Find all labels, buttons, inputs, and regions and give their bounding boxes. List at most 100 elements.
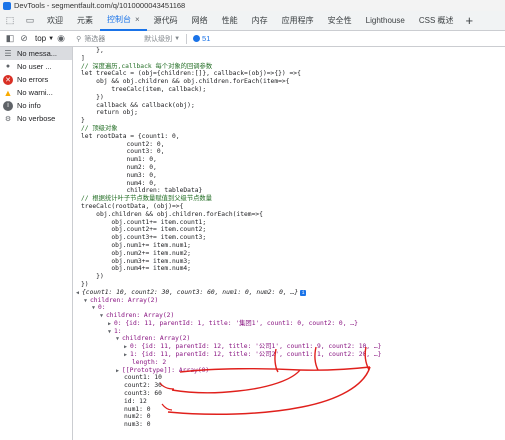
device-toolbar-icon[interactable]: ▭ [20, 11, 40, 31]
sidebar-item-errors[interactable]: ✕ No errors [0, 73, 72, 86]
tree-row[interactable]: ▶ 0: {id: 11, parentId: 12, title: '公司1',… [74, 343, 505, 351]
code-line: }) [81, 93, 104, 101]
tab-8[interactable]: 安全性 [321, 11, 359, 31]
code-line: // 深度遍历,callback 每个对象的回调参数 [81, 62, 213, 70]
tab-2[interactable]: 控制台 × [100, 11, 147, 31]
tree-row-text: 0: [98, 304, 106, 312]
collapse-arrow-icon[interactable]: ▼ [108, 329, 111, 335]
error-icon: ✕ [3, 74, 13, 85]
tree-row-text: {count1: 10, count2: 30, count3: 60, num… [82, 288, 299, 296]
tab-10[interactable]: CSS 概述 [412, 11, 461, 31]
console-toolbar: ◧ ⊘ top ▼ ◉ ⚲ 筛选器 默认级别 ▼ 51 [0, 31, 505, 47]
expand-arrow-icon[interactable]: ▶ [124, 352, 127, 358]
context-value: top [35, 34, 47, 43]
tab-label: 元素 [77, 16, 93, 25]
sidebar-item-messages[interactable]: ☰ No messa... [0, 47, 72, 60]
code-line: obj.num4+= item.num4; [81, 265, 191, 273]
tab-5[interactable]: 性能 [215, 11, 245, 31]
tree-row[interactable]: ▶ 1: {id: 11, parentId: 12, title: '公司2',… [74, 351, 505, 359]
collapse-arrow-icon[interactable]: ▼ [116, 336, 119, 342]
tab-4[interactable]: 网络 [185, 11, 215, 31]
code-line: num2: 0, [81, 163, 157, 171]
code-line: num4: 0, [81, 179, 157, 187]
code-line: obj.num2+= item.num2; [81, 249, 191, 257]
expand-arrow-icon[interactable]: ▶ [116, 368, 119, 374]
filter-icon: ⚲ [76, 35, 82, 43]
expand-arrow-icon[interactable]: ▶ [124, 344, 127, 350]
tree-row: length: 2 [74, 359, 505, 367]
tree-row[interactable]: ▶ [[Prototype]]: Array(0) [74, 367, 505, 375]
sidebar-item-label: No user ... [17, 62, 52, 71]
tree-row: id: 12 [74, 398, 505, 406]
tab-9[interactable]: Lighthouse [359, 11, 412, 31]
tree-row: num1: 0 [74, 406, 505, 414]
chevron-down-icon: ▼ [174, 35, 181, 42]
tree-row[interactable]: ▼ children: Array(2) [74, 312, 505, 320]
code-line: }) [81, 273, 104, 281]
sidebar-item-label: No messa... [17, 49, 58, 58]
close-tab-icon[interactable]: × [135, 15, 140, 24]
filter-input[interactable]: ⚲ 筛选器 [76, 33, 138, 44]
warning-icon: ▲ [3, 87, 13, 98]
expand-arrow-icon[interactable]: ▶ [108, 321, 111, 327]
tab-label: 应用程序 [281, 16, 314, 25]
tab-label: 控制台 [107, 15, 131, 24]
sidebar-toggle-icon[interactable]: ◧ [3, 32, 17, 46]
sidebar-item-label: No errors [17, 75, 49, 84]
tab-label: 性能 [221, 16, 238, 25]
clear-console-icon[interactable]: ⊘ [17, 32, 31, 46]
collapse-arrow-icon[interactable]: ▼ [92, 305, 95, 311]
sidebar-item-warnings[interactable]: ▲ No warni... [0, 86, 72, 99]
tree-row[interactable]: ◀ {count1: 10, count2: 30, count3: 60, nu… [74, 289, 505, 297]
tab-3[interactable]: 源代码 [147, 11, 185, 31]
code-line: obj && obj.children && obj.children.forE… [81, 78, 290, 86]
tree-row-text: 0: {id: 11, parentId: 12, title: '公司1', … [130, 343, 382, 351]
eye-icon[interactable]: ◉ [54, 32, 68, 46]
tree-row[interactable]: ▼ 0: [74, 304, 505, 312]
code-line: obj.count3+= item.count3; [81, 234, 207, 242]
code-line: num3: 0, [81, 171, 157, 179]
issues-icon [193, 35, 201, 42]
add-panel-icon[interactable]: + [466, 13, 474, 28]
console-output[interactable]: },]// 深度遍历,callback 每个对象的回调参数 let treeCal… [74, 47, 505, 440]
sidebar-item-verbose[interactable]: ⚙ No verbose [0, 112, 72, 125]
log-levels-dropdown[interactable]: 默认级别 ▼ [144, 34, 180, 44]
sidebar-item-info[interactable]: i No info [0, 99, 72, 112]
tab-label: 欢迎 [47, 16, 63, 25]
code-line: // 顶级对象 [81, 124, 118, 132]
tab-label: 源代码 [153, 16, 178, 25]
tree-row-text: id: 12 [124, 397, 147, 405]
list-icon: ☰ [4, 49, 12, 58]
inspect-element-icon[interactable]: ⬚ [0, 11, 20, 31]
panel-tabbar: ⬚ ▭ 欢迎 元素 控制台 × 源代码 网络 性能 内存 应用程序 安全性 Lighthouse CS… [0, 11, 505, 31]
code-line: } [81, 117, 85, 125]
code-line: callback && callback(obj); [81, 101, 195, 109]
tree-row[interactable]: ▶ 0: {id: 11, parentId: 1, title: '集团1', … [74, 320, 505, 328]
issues-button[interactable]: 51 [193, 34, 210, 43]
tree-row[interactable]: ▼ 1: [74, 328, 505, 336]
code-line: count3: 0, [81, 148, 165, 156]
code-line: treeCalc(item, callback); [81, 85, 207, 93]
tab-label: Lighthouse [365, 16, 405, 25]
tree-row: count3: 60 [74, 390, 505, 398]
tab-6[interactable]: 内存 [245, 11, 275, 31]
info-icon[interactable]: i [300, 289, 307, 296]
code-block: },]// 深度遍历,callback 每个对象的回调参数 let treeCal… [74, 47, 505, 289]
result-arrow-icon[interactable]: ◀ [76, 290, 79, 296]
object-tree: ◀ {count1: 10, count2: 30, count3: 60, nu… [74, 289, 505, 429]
sidebar-item-user[interactable]: ● No user ... [0, 60, 72, 73]
context-selector[interactable]: top ▼ [35, 34, 54, 43]
toolbar-divider [186, 33, 188, 44]
code-line: }) [81, 280, 89, 288]
tab-0[interactable]: 欢迎 [40, 11, 70, 31]
code-line: obj.num1+= item.num1; [81, 241, 191, 249]
tree-row-text: [[Prototype]]: Array(0) [122, 366, 210, 374]
sidebar-item-label: No info [17, 101, 41, 110]
code-line: num1: 0, [81, 156, 157, 164]
collapse-arrow-icon[interactable]: ▼ [100, 313, 103, 319]
tab-7[interactable]: 应用程序 [275, 11, 321, 31]
tree-row[interactable]: ▼ children: Array(2) [74, 297, 505, 305]
collapse-arrow-icon[interactable]: ▼ [84, 298, 87, 304]
code-line: obj.count2+= item.count2; [81, 226, 207, 234]
tab-1[interactable]: 元素 [70, 11, 100, 31]
